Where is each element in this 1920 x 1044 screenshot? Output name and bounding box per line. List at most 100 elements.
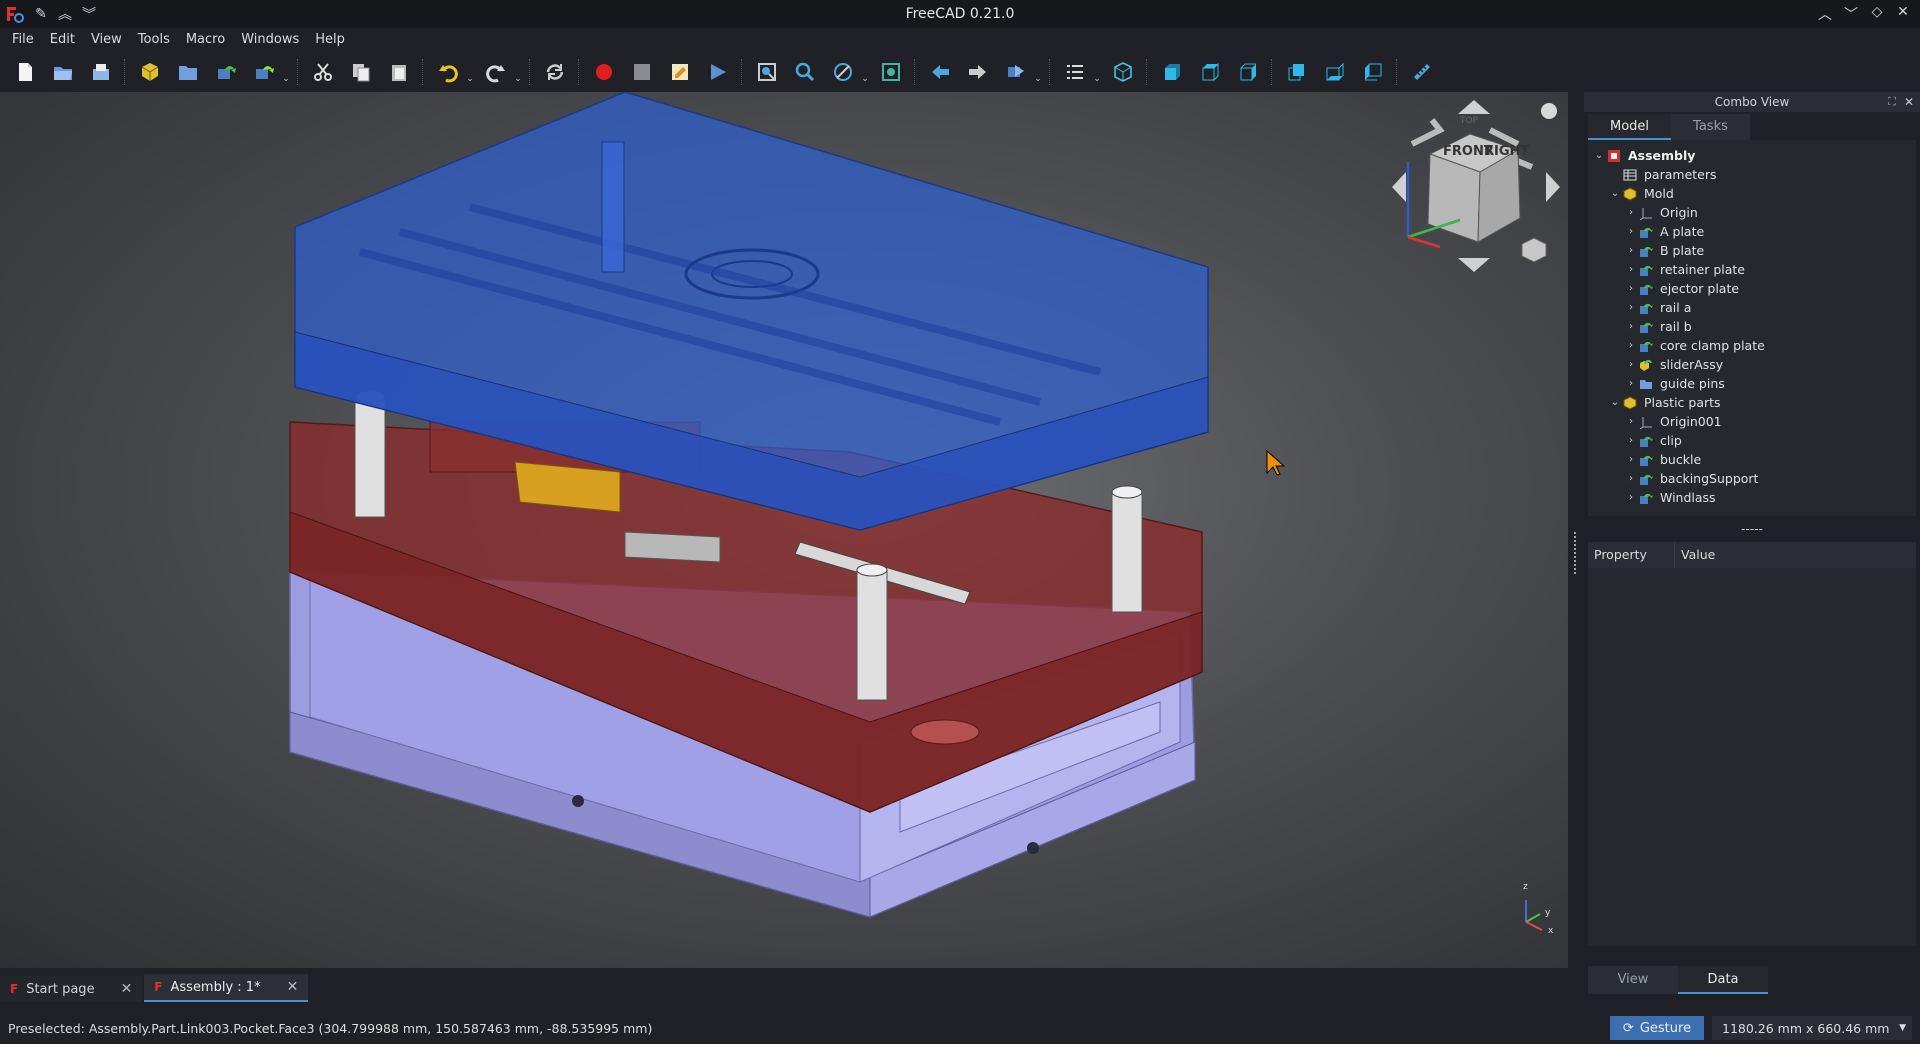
- tree-item[interactable]: › B plate: [1588, 241, 1916, 260]
- macros-button[interactable]: [663, 56, 697, 88]
- close-tab-icon[interactable]: ✕: [287, 979, 299, 995]
- top-view-button[interactable]: [1193, 56, 1227, 88]
- chevron-down-icon[interactable]: ⌄: [1608, 188, 1622, 199]
- maximize-icon[interactable]: ◇: [1870, 4, 1884, 24]
- tree-item[interactable]: › core clamp plate: [1588, 336, 1916, 355]
- bottom-view-button[interactable]: [1318, 56, 1352, 88]
- chevron-right-icon[interactable]: ›: [1624, 435, 1638, 446]
- tab-model[interactable]: Model: [1588, 114, 1672, 140]
- copy-button[interactable]: [344, 56, 378, 88]
- float-panel-icon[interactable]: ⛶: [1888, 92, 1896, 112]
- menu-macro[interactable]: Macro: [178, 28, 233, 52]
- close-icon[interactable]: ✕: [1896, 4, 1910, 24]
- chevron-right-icon[interactable]: ›: [1624, 416, 1638, 427]
- minimize-icon[interactable]: ﹀: [1844, 4, 1858, 24]
- fit-selection-button[interactable]: [788, 56, 822, 88]
- 3d-viewport[interactable]: FRONT RIGHT TOP z y x: [0, 92, 1568, 968]
- panel-separator[interactable]: -----: [1584, 516, 1920, 542]
- macro-stop-button[interactable]: [625, 56, 659, 88]
- sync-view-button[interactable]: [999, 56, 1033, 88]
- keep-above-icon[interactable]: ︽: [58, 4, 72, 24]
- shade-icon[interactable]: ︿: [1818, 4, 1832, 24]
- link-actions-dropdown[interactable]: ⌄: [281, 56, 291, 88]
- chevron-down-icon[interactable]: ⌄: [1608, 397, 1622, 408]
- tree-item[interactable]: ⌄ Plastic parts: [1588, 393, 1916, 412]
- chevron-right-icon[interactable]: ›: [1624, 492, 1638, 503]
- tree-item[interactable]: › rail a: [1588, 298, 1916, 317]
- group-button[interactable]: [171, 56, 205, 88]
- tree-item[interactable]: › rail b: [1588, 317, 1916, 336]
- chevron-right-icon[interactable]: ›: [1624, 245, 1638, 256]
- menu-view[interactable]: View: [83, 28, 130, 52]
- chevron-right-icon[interactable]: ›: [1624, 378, 1638, 389]
- front-view-button[interactable]: [1155, 56, 1189, 88]
- guide-pin[interactable]: [354, 396, 386, 518]
- open-button[interactable]: [46, 56, 80, 88]
- view-dimensions[interactable]: 1180.26 mm x 660.46 mm ▼: [1712, 1016, 1912, 1040]
- nav-right-arrow-icon[interactable]: [1546, 172, 1560, 202]
- tree-item[interactable]: › clip: [1588, 431, 1916, 450]
- value-column-header[interactable]: Value: [1675, 542, 1715, 568]
- chevron-right-icon[interactable]: ›: [1624, 207, 1638, 218]
- paste-button[interactable]: [382, 56, 416, 88]
- tab-data[interactable]: Data: [1678, 966, 1768, 994]
- nav-menu-icon[interactable]: [1541, 103, 1557, 119]
- measure-button[interactable]: [1405, 56, 1439, 88]
- tree-item[interactable]: › buckle: [1588, 450, 1916, 469]
- tree-item[interactable]: › Origin001: [1588, 412, 1916, 431]
- tree-item[interactable]: › backingSupport: [1588, 469, 1916, 488]
- workbench-button[interactable]: [133, 56, 167, 88]
- make-link-button[interactable]: [209, 56, 243, 88]
- nav-view-menu-cube-icon[interactable]: [1521, 237, 1547, 263]
- rear-view-button[interactable]: [1280, 56, 1314, 88]
- close-panel-icon[interactable]: ✕: [1904, 92, 1914, 112]
- navigation-style-button[interactable]: ⟳ Gesture: [1610, 1016, 1704, 1040]
- model-tree[interactable]: ⌄ Assembly parameters ⌄ Mold › Origin › A plate ›…: [1588, 140, 1916, 516]
- tree-item[interactable]: › Windlass: [1588, 488, 1916, 507]
- chevron-right-icon[interactable]: ›: [1624, 226, 1638, 237]
- menu-file[interactable]: File: [4, 28, 42, 52]
- tab-tasks[interactable]: Tasks: [1671, 114, 1750, 140]
- tree-item[interactable]: ⌄ Mold: [1588, 184, 1916, 203]
- nav-down-arrow-icon[interactable]: [1458, 258, 1490, 272]
- link-actions-button[interactable]: [247, 56, 281, 88]
- sync-view-dropdown[interactable]: ⌄: [1033, 56, 1043, 88]
- undo-button[interactable]: [431, 56, 465, 88]
- tree-item[interactable]: › retainer plate: [1588, 260, 1916, 279]
- guide-pin[interactable]: [1111, 491, 1143, 613]
- property-table[interactable]: [1588, 568, 1916, 946]
- menu-edit[interactable]: Edit: [42, 28, 83, 52]
- chevron-right-icon[interactable]: ›: [1624, 302, 1638, 313]
- menu-windows[interactable]: Windows: [233, 28, 307, 52]
- tree-item[interactable]: › guide pins: [1588, 374, 1916, 393]
- chevron-right-icon[interactable]: ›: [1624, 340, 1638, 351]
- close-tab-icon[interactable]: ✕: [121, 981, 133, 997]
- macro-record-button[interactable]: [587, 56, 621, 88]
- tree-view-button[interactable]: [1058, 56, 1092, 88]
- chevron-right-icon[interactable]: ›: [1624, 359, 1638, 370]
- tab-view[interactable]: View: [1588, 966, 1678, 994]
- tree-item[interactable]: ⌄ Assembly: [1588, 146, 1916, 165]
- forward-button[interactable]: [961, 56, 995, 88]
- tree-item[interactable]: › Origin: [1588, 203, 1916, 222]
- splitter-grip[interactable]: [1574, 532, 1578, 574]
- mold-assembly-model[interactable]: [0, 92, 1568, 968]
- nav-up-arrow-icon[interactable]: [1458, 100, 1490, 114]
- keep-below-icon[interactable]: ︾: [82, 4, 96, 24]
- menu-help[interactable]: Help: [307, 28, 353, 52]
- draw-style-button[interactable]: [826, 56, 860, 88]
- redo-button[interactable]: [479, 56, 513, 88]
- chevron-down-icon[interactable]: ⌄: [1592, 150, 1606, 161]
- chevron-right-icon[interactable]: ›: [1624, 264, 1638, 275]
- guide-pin[interactable]: [856, 569, 888, 701]
- tree-item[interactable]: › A plate: [1588, 222, 1916, 241]
- doc-tab-assembly[interactable]: F Assembly : 1* ✕: [144, 974, 309, 1002]
- undo-dropdown[interactable]: ⌄: [465, 56, 475, 88]
- refresh-button[interactable]: [538, 56, 572, 88]
- chevron-right-icon[interactable]: ›: [1624, 283, 1638, 294]
- tree-item[interactable]: › sliderAssy: [1588, 355, 1916, 374]
- pin-icon[interactable]: ✎: [34, 6, 48, 22]
- nav-left-arrow-icon[interactable]: [1392, 172, 1406, 202]
- plastic-part-clip[interactable]: [624, 531, 721, 563]
- tree-item[interactable]: parameters: [1588, 165, 1916, 184]
